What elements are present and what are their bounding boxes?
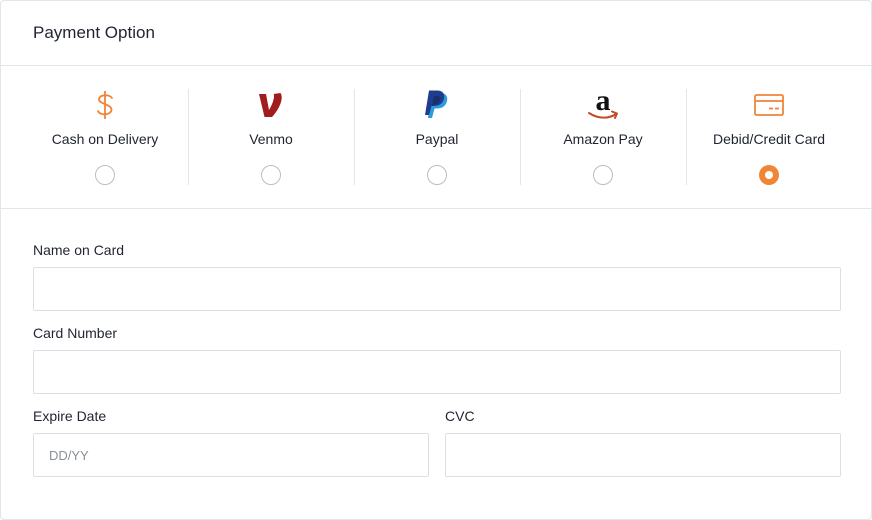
credit-card-icon — [754, 89, 784, 121]
payment-card: Payment Option Cash on Delivery Venmo Pa… — [0, 0, 872, 520]
cvc-group: CVC — [445, 408, 841, 477]
option-paypal[interactable]: Paypal — [354, 89, 520, 185]
cvc-label: CVC — [445, 408, 475, 424]
venmo-icon — [257, 89, 285, 121]
option-label: Paypal — [415, 131, 459, 147]
radio-credit-card[interactable] — [759, 165, 779, 185]
option-amazon-pay[interactable]: a Amazon Pay — [520, 89, 686, 185]
expire-date-label: Expire Date — [33, 408, 107, 424]
expire-cvc-row: Expire Date CVC — [33, 408, 841, 477]
dollar-icon — [94, 89, 116, 121]
card-number-group: Card Number — [33, 325, 841, 394]
radio-cash-on-delivery[interactable] — [95, 165, 115, 185]
option-venmo[interactable]: Venmo — [188, 89, 354, 185]
option-credit-card[interactable]: Debid/Credit Card — [686, 89, 852, 185]
expire-date-input[interactable] — [33, 433, 429, 477]
payment-options: Cash on Delivery Venmo Paypal a Amazon P… — [1, 66, 871, 209]
svg-text:a: a — [596, 89, 611, 117]
page-title: Payment Option — [33, 23, 155, 42]
card-header: Payment Option — [1, 1, 871, 66]
option-label: Cash on Delivery — [51, 131, 159, 147]
card-form: Name on Card Card Number Expire Date CVC — [1, 209, 871, 477]
paypal-icon — [424, 89, 450, 121]
cvc-input[interactable] — [445, 433, 841, 477]
option-label: Amazon Pay — [563, 131, 643, 147]
radio-amazon-pay[interactable] — [593, 165, 613, 185]
name-on-card-input[interactable] — [33, 267, 841, 311]
amazon-icon: a — [586, 89, 620, 121]
expire-date-group: Expire Date — [33, 408, 429, 477]
card-number-label: Card Number — [33, 325, 118, 341]
name-on-card-label: Name on Card — [33, 242, 125, 258]
option-label: Debid/Credit Card — [712, 131, 826, 147]
option-cash-on-delivery[interactable]: Cash on Delivery — [22, 89, 188, 185]
option-label: Venmo — [249, 131, 293, 147]
name-on-card-group: Name on Card — [33, 242, 841, 311]
radio-paypal[interactable] — [427, 165, 447, 185]
radio-venmo[interactable] — [261, 165, 281, 185]
card-number-input[interactable] — [33, 350, 841, 394]
